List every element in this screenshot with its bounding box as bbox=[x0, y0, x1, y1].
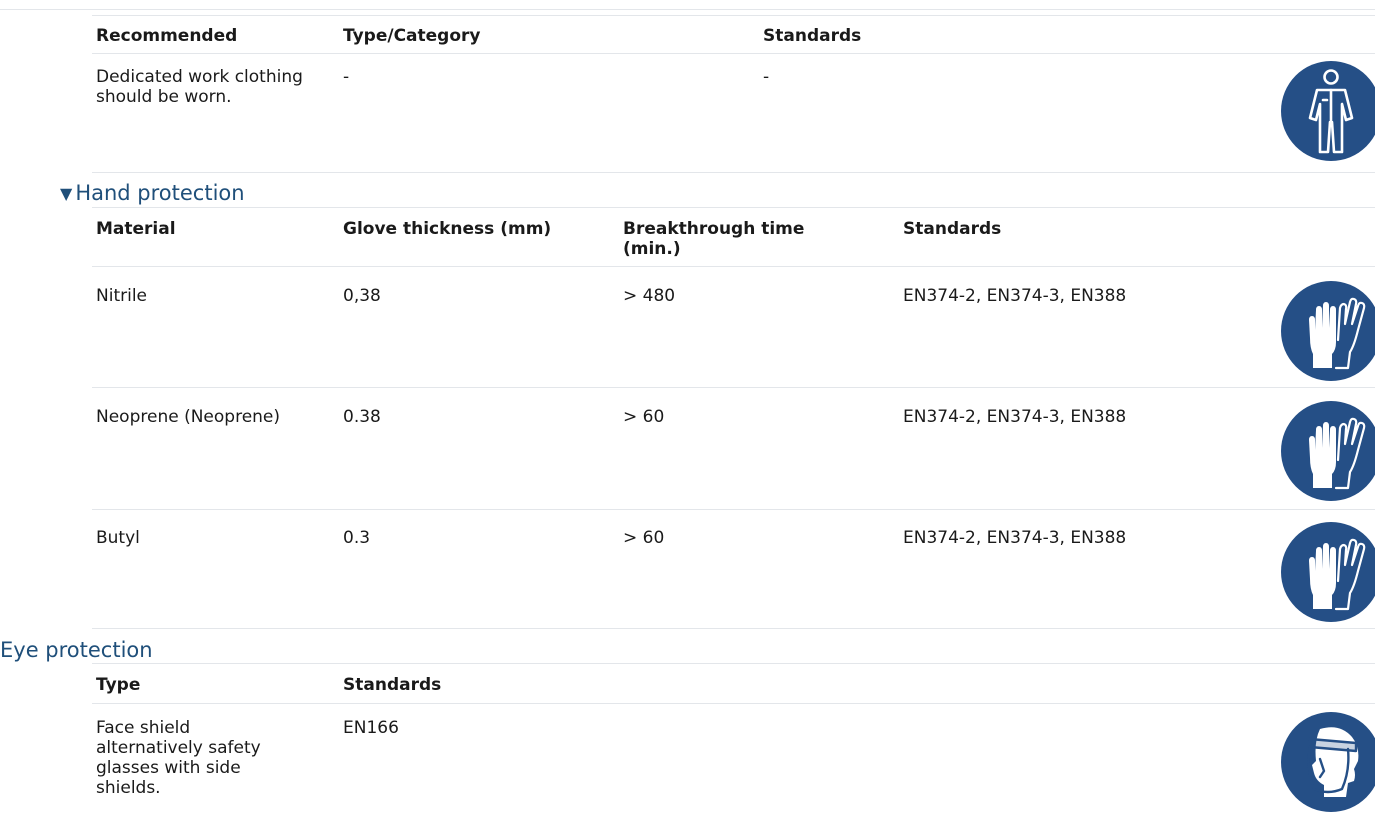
cell-recommended: Dedicated work clothing should be worn. bbox=[96, 67, 303, 107]
divider bbox=[92, 387, 1375, 388]
gloves-icon bbox=[1280, 521, 1375, 623]
cell-type: Face shield alternatively safety glasses… bbox=[96, 718, 261, 798]
cell-thickness: 0.3 bbox=[343, 528, 371, 548]
cell-material: Nitrile bbox=[96, 286, 147, 306]
section-toggle-hand-protection[interactable]: ▼ Hand protection bbox=[60, 181, 245, 206]
section-title-hand-protection: Hand protection bbox=[75, 181, 245, 205]
cell-material: Neoprene (Neoprene) bbox=[96, 407, 281, 427]
cell-material: Butyl bbox=[96, 528, 140, 548]
divider bbox=[92, 266, 1375, 267]
section-title-eye-protection: Eye protection bbox=[0, 638, 153, 662]
gloves-icon bbox=[1280, 280, 1375, 382]
divider bbox=[92, 663, 1375, 664]
header-material: Material bbox=[96, 219, 176, 239]
divider bbox=[92, 703, 1375, 704]
cell-standards: EN374-2, EN374-3, EN388 bbox=[903, 286, 1127, 306]
cell-standards: - bbox=[763, 67, 770, 87]
section-toggle-eye-protection[interactable]: Eye protection bbox=[0, 638, 153, 662]
cell-breakthrough: > 60 bbox=[623, 407, 665, 427]
protective-clothing-icon bbox=[1280, 60, 1375, 162]
cell-type-category: - bbox=[343, 67, 350, 87]
divider bbox=[92, 509, 1375, 510]
header-breakthrough-time: Breakthrough time (min.) bbox=[623, 219, 805, 259]
divider bbox=[92, 207, 1375, 208]
divider bbox=[92, 53, 1375, 54]
face-shield-icon bbox=[1280, 711, 1375, 813]
header-recommended: Recommended bbox=[96, 26, 238, 46]
header-eye-standards: Standards bbox=[343, 675, 442, 695]
cell-breakthrough: > 60 bbox=[623, 528, 665, 548]
divider bbox=[92, 15, 1375, 16]
cell-standards: EN374-2, EN374-3, EN388 bbox=[903, 407, 1127, 427]
header-type-category: Type/Category bbox=[343, 26, 481, 46]
cell-standards: EN166 bbox=[343, 718, 399, 738]
cell-thickness: 0.38 bbox=[343, 407, 381, 427]
top-divider bbox=[0, 9, 1375, 10]
caret-down-icon: ▼ bbox=[60, 184, 73, 203]
header-glove-thickness: Glove thickness (mm) bbox=[343, 219, 552, 239]
cell-breakthrough: > 480 bbox=[623, 286, 676, 306]
header-standards: Standards bbox=[763, 26, 862, 46]
header-type: Type bbox=[96, 675, 141, 695]
header-hand-standards: Standards bbox=[903, 219, 1002, 239]
ppe-page: Recommended Type/Category Standards Dedi… bbox=[0, 0, 1375, 816]
cell-standards: EN374-2, EN374-3, EN388 bbox=[903, 528, 1127, 548]
gloves-icon bbox=[1280, 400, 1375, 502]
divider bbox=[92, 172, 1375, 173]
cell-thickness: 0,38 bbox=[343, 286, 381, 306]
divider bbox=[92, 628, 1375, 629]
